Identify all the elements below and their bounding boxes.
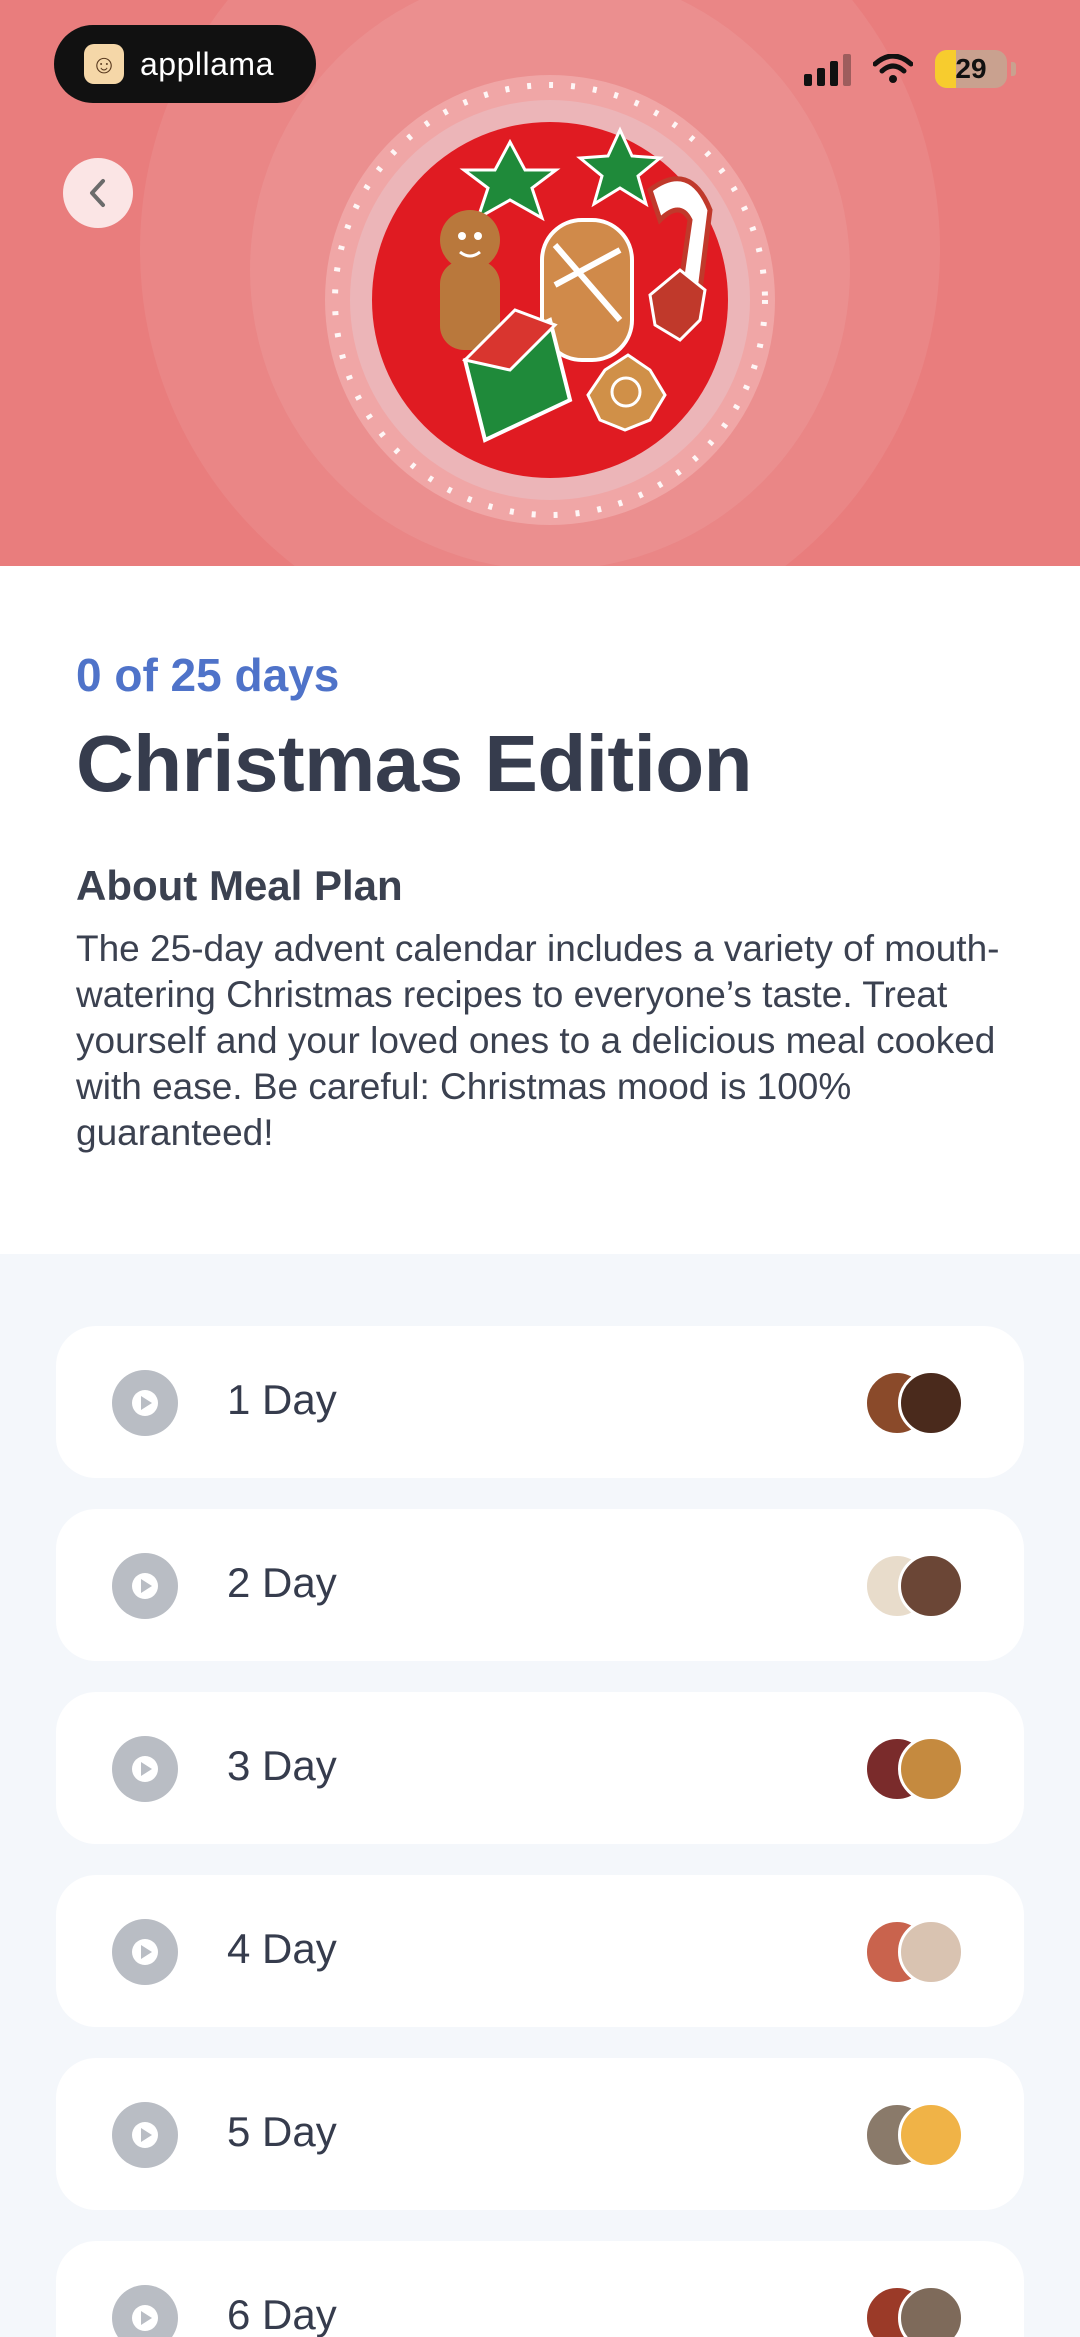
play-icon[interactable] bbox=[112, 1553, 178, 1619]
christmas-cookies-image bbox=[320, 70, 780, 530]
recipe-thumbnail bbox=[898, 2102, 964, 2168]
play-triangle bbox=[141, 2128, 152, 2142]
recipe-thumbnails bbox=[864, 1553, 964, 1619]
play-icon-inner bbox=[132, 1756, 158, 1782]
app-badge-label: appllama bbox=[140, 45, 274, 82]
play-icon-inner bbox=[132, 1390, 158, 1416]
play-icon[interactable] bbox=[112, 2285, 178, 2337]
recipe-thumbnails bbox=[864, 1736, 964, 1802]
page-title: Christmas Edition bbox=[76, 719, 753, 808]
recipe-thumbnails bbox=[864, 1370, 964, 1436]
chevron-left-icon bbox=[90, 179, 105, 207]
battery-cap bbox=[1011, 62, 1016, 76]
play-triangle bbox=[141, 1579, 152, 1593]
play-triangle bbox=[141, 1396, 152, 1410]
day-list-item[interactable]: 6 Day bbox=[56, 2241, 1024, 2337]
day-list-item[interactable]: 3 Day bbox=[56, 1692, 1024, 1844]
recipe-thumbnail bbox=[898, 1736, 964, 1802]
play-triangle bbox=[141, 2311, 152, 2325]
day-list-item[interactable]: 4 Day bbox=[56, 1875, 1024, 2027]
status-icons: 29 bbox=[804, 50, 1016, 88]
play-icon-inner bbox=[132, 2305, 158, 2331]
play-triangle bbox=[141, 1945, 152, 1959]
recipe-thumbnail bbox=[898, 1370, 964, 1436]
back-button[interactable] bbox=[63, 158, 133, 228]
about-heading: About Meal Plan bbox=[76, 862, 403, 909]
day-label: 6 Day bbox=[227, 2291, 337, 2337]
wifi-icon bbox=[873, 54, 913, 83]
day-list-item[interactable]: 2 Day bbox=[56, 1509, 1024, 1661]
battery-icon: 29 bbox=[935, 50, 1007, 88]
play-icon-inner bbox=[132, 1573, 158, 1599]
recipe-thumbnails bbox=[864, 1919, 964, 1985]
play-icon[interactable] bbox=[112, 1736, 178, 1802]
recipe-thumbnails bbox=[864, 2102, 964, 2168]
battery-level: 29 bbox=[955, 53, 987, 84]
day-label: 4 Day bbox=[227, 1925, 337, 1972]
cellular-signal-icon bbox=[804, 52, 851, 86]
day-label: 3 Day bbox=[227, 1742, 337, 1789]
recipe-thumbnail bbox=[898, 1919, 964, 1985]
play-triangle bbox=[141, 1762, 152, 1776]
recipe-thumbnail bbox=[898, 2285, 964, 2337]
play-icon[interactable] bbox=[112, 2102, 178, 2168]
app-badge: ☺ appllama bbox=[54, 25, 316, 103]
plan-progress: 0 of 25 days bbox=[76, 649, 340, 701]
day-list: 1 Day 2 Day 3 Day 4 Day 5 Day 6 Day bbox=[56, 1326, 1024, 2337]
hero-header: ☺ appllama 29 bbox=[0, 0, 1080, 566]
plan-description: The 25-day advent calendar includes a va… bbox=[76, 928, 1000, 1153]
recipe-thumbnail bbox=[898, 1553, 964, 1619]
day-label: 2 Day bbox=[227, 1559, 337, 1606]
day-label: 1 Day bbox=[227, 1376, 337, 1423]
play-icon[interactable] bbox=[112, 1919, 178, 1985]
play-icon-inner bbox=[132, 1939, 158, 1965]
recipe-thumbnails bbox=[864, 2285, 964, 2337]
llama-icon: ☺ bbox=[84, 44, 124, 84]
play-icon-inner bbox=[132, 2122, 158, 2148]
day-label: 5 Day bbox=[227, 2108, 337, 2155]
play-icon[interactable] bbox=[112, 1370, 178, 1436]
day-list-item[interactable]: 5 Day bbox=[56, 2058, 1024, 2210]
day-list-item[interactable]: 1 Day bbox=[56, 1326, 1024, 1478]
